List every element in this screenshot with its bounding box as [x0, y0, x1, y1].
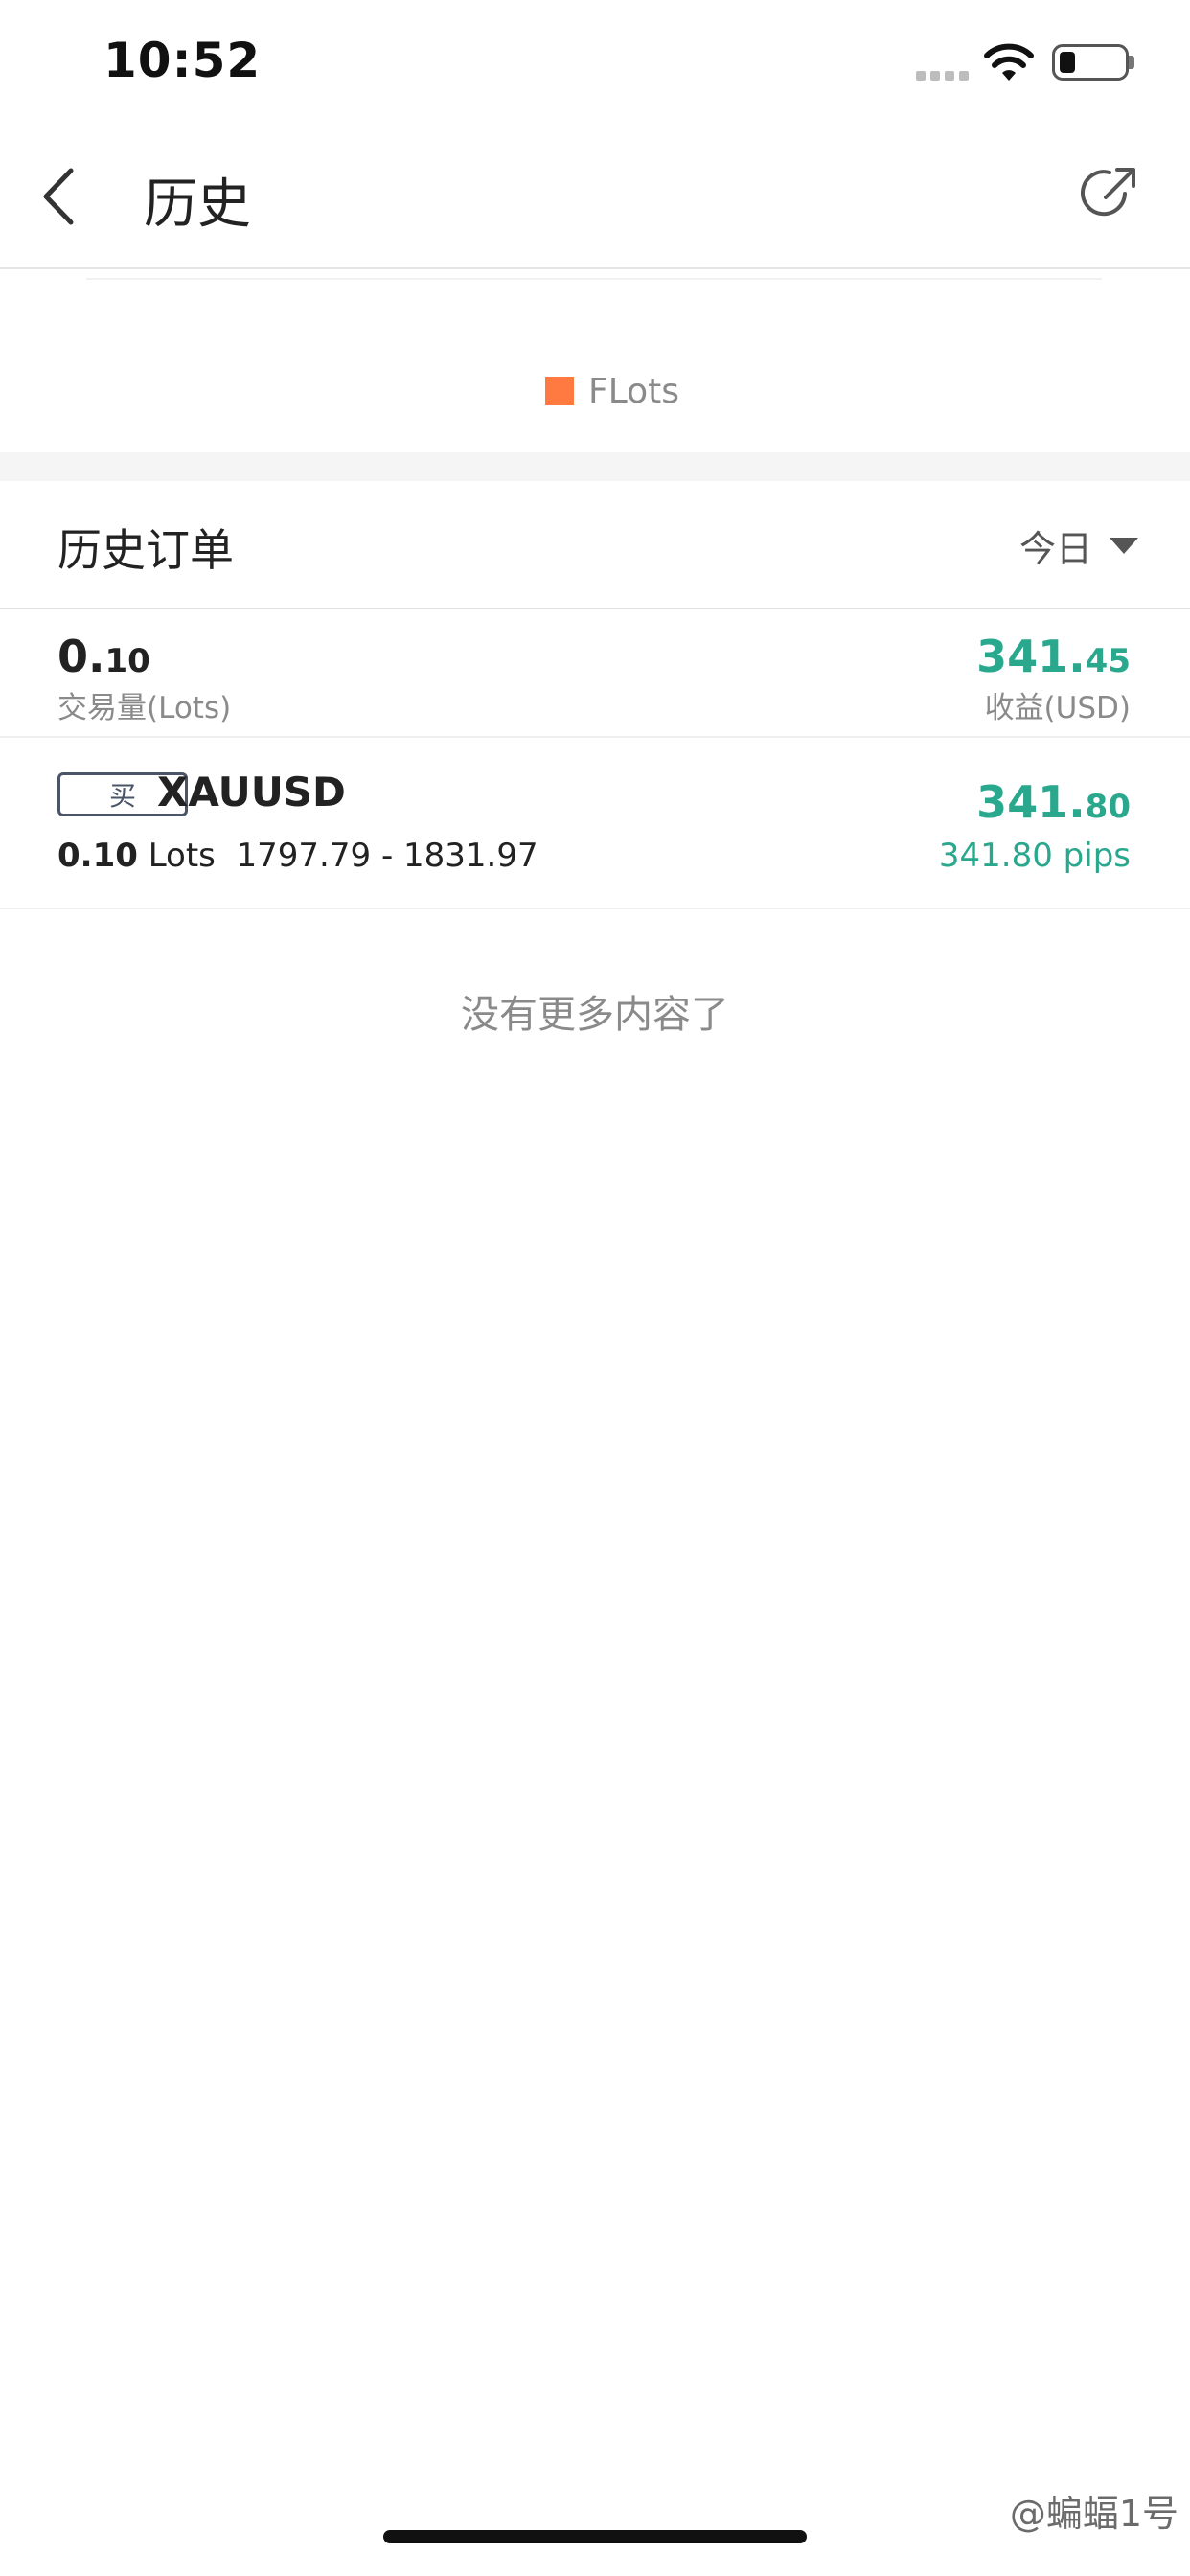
chevron-left-icon[interactable] — [38, 167, 80, 226]
total-lots-label: 交易量(Lots) — [57, 691, 232, 725]
date-filter-label: 今日 — [1019, 527, 1093, 570]
order-pips: 341.80 pips — [938, 837, 1131, 875]
watermark: @蝙蝠1号 — [1009, 2493, 1179, 2535]
wifi-icon — [984, 43, 1034, 80]
battery-tip — [1129, 56, 1134, 69]
total-lots-dec: 10 — [104, 642, 150, 680]
row-divider — [0, 736, 1190, 738]
order-symbol[interactable]: XAUUSD — [157, 769, 346, 816]
order-profit: 341.80 — [976, 776, 1131, 828]
total-profit-dec: 45 — [1085, 642, 1131, 680]
chart-baseline — [86, 278, 1102, 280]
total-profit-int: 341. — [976, 631, 1086, 682]
order-lots-unit: Lots — [148, 837, 216, 875]
section-gap — [0, 452, 1190, 481]
order-price-range: 1797.79 - 1831.97 — [236, 837, 538, 875]
status-time: 10:52 — [103, 33, 262, 88]
battery-icon — [1052, 44, 1129, 80]
no-more-content: 没有更多内容了 — [461, 993, 729, 1037]
share-circle-icon[interactable] — [1081, 165, 1138, 222]
home-indicator[interactable] — [383, 2530, 807, 2543]
order-profit-int: 341. — [976, 776, 1086, 828]
order-divider — [0, 908, 1190, 909]
date-filter-dropdown[interactable]: 今日 — [1019, 521, 1139, 570]
signal-icon — [916, 71, 970, 80]
nav-divider — [0, 267, 1190, 269]
caret-down-icon — [1110, 537, 1139, 554]
section-title: 历史订单 — [57, 524, 234, 576]
legend-label: FLots — [588, 372, 680, 411]
order-details: 0.10 Lots 1797.79 - 1831.97 — [57, 837, 538, 875]
total-profit: 341.45 — [976, 631, 1131, 682]
order-profit-dec: 80 — [1085, 788, 1131, 826]
total-lots-int: 0. — [57, 631, 105, 682]
order-lots: 0.10 — [57, 837, 138, 875]
total-lots: 0.10 — [57, 631, 150, 682]
legend-swatch — [545, 377, 574, 405]
page-title: 历史 — [144, 173, 251, 236]
section-divider — [0, 608, 1190, 610]
total-profit-label: 收益(USD) — [984, 691, 1131, 725]
